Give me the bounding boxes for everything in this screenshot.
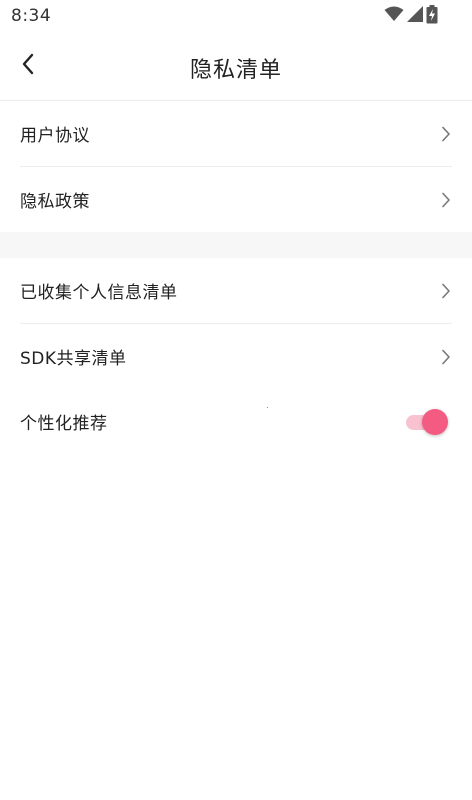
status-time: 8:34 xyxy=(11,6,52,26)
list-item-label: 隐私政策 xyxy=(20,192,90,212)
list-item-privacy-policy[interactable]: 隐私政策 xyxy=(20,167,452,232)
list-item-sdk-sharing-list[interactable]: SDK共享清单 xyxy=(20,324,452,389)
list-item-label: 个性化推荐 xyxy=(20,414,108,434)
chevron-right-icon xyxy=(440,348,452,366)
page-title: 隐私清单 xyxy=(189,58,282,83)
chevron-right-icon xyxy=(440,125,452,143)
stray-pixel xyxy=(267,407,268,408)
settings-group-data: 已收集个人信息清单 SDK共享清单 个性化推荐 xyxy=(0,258,472,454)
list-item-personal-info-list[interactable]: 已收集个人信息清单 xyxy=(20,258,452,324)
cellular-signal-icon xyxy=(406,5,424,27)
list-item-label: 已收集个人信息清单 xyxy=(20,283,178,303)
list-item-personalized-recommendation: 个性化推荐 xyxy=(20,389,452,454)
navigation-header: 隐私清单 xyxy=(0,32,472,101)
chevron-right-icon xyxy=(440,282,452,300)
chevron-right-icon xyxy=(440,191,452,209)
list-item-label: 用户协议 xyxy=(20,126,90,146)
status-icons xyxy=(384,4,438,28)
status-bar: 8:34 xyxy=(0,0,472,32)
wifi-icon xyxy=(384,6,404,26)
section-separator xyxy=(0,232,472,258)
battery-charging-icon xyxy=(426,4,438,28)
list-item-label: SDK共享清单 xyxy=(20,349,127,369)
personalized-recommendation-toggle[interactable] xyxy=(406,407,450,437)
list-item-user-agreement[interactable]: 用户协议 xyxy=(20,101,452,167)
toggle-thumb xyxy=(422,408,448,435)
settings-group-agreements: 用户协议 隐私政策 xyxy=(0,101,472,232)
